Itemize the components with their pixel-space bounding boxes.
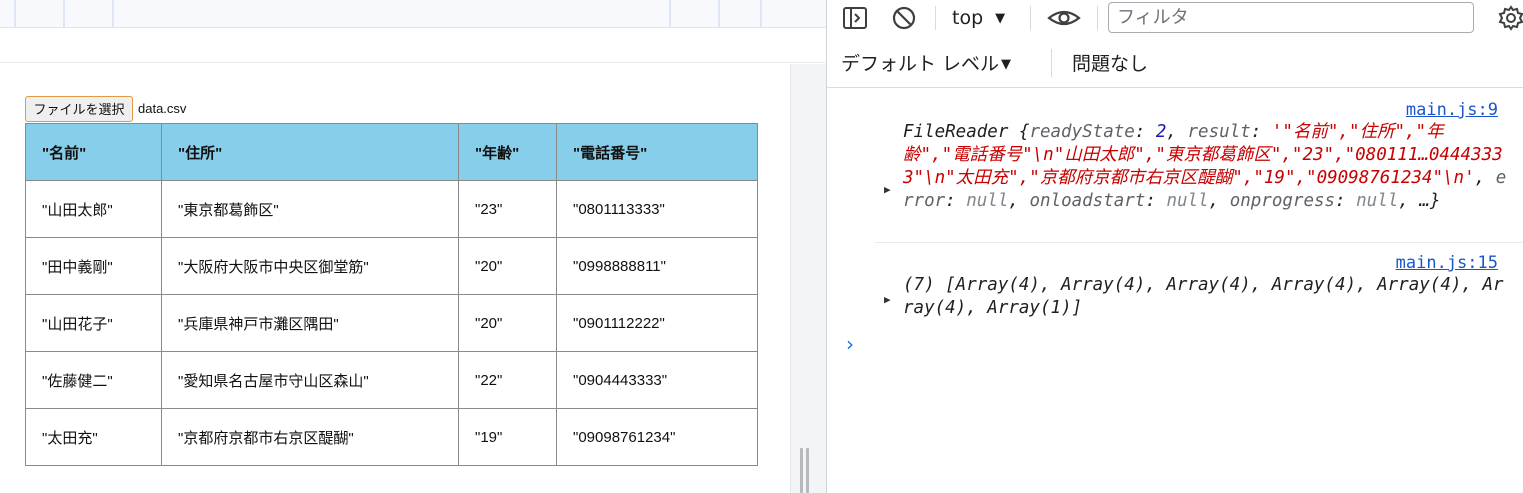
toolbar-guide-line [112, 0, 114, 28]
log-null-value: null [1356, 191, 1399, 211]
cell-age: "23" [458, 180, 557, 238]
log-text-fragment: FileReader { [903, 122, 1030, 142]
cell-phone: "0901112222" [556, 294, 758, 352]
log-number-value: 2 [1155, 122, 1167, 142]
app-window: ファイルを選択 data.csv "名前" "住所" "年齢" "電話番号" "… [0, 0, 1523, 493]
page-header-area [0, 29, 826, 63]
log-text-fragment: : [1335, 191, 1357, 211]
issues-counter[interactable]: 問題なし [1072, 49, 1148, 76]
console-message: main.js:15 ▶ (7) [Array(4), Array(4), Ar… [827, 250, 1523, 320]
log-property-key: readyState [1029, 122, 1135, 142]
console-message: main.js:9 ▶ FileReader {readyState: 2, r… [827, 97, 1523, 242]
log-property-key: onloadstart [1029, 191, 1146, 211]
cell-phone: "09098761234" [556, 408, 758, 466]
log-text-fragment: : [1145, 191, 1167, 211]
toolbar-guide-line [718, 0, 720, 28]
toolbar-guide-line [669, 0, 671, 28]
table-row: "山田花子" "兵庫県神戸市灘区隅田" "20" "0901112222" [25, 294, 758, 352]
cell-age: "19" [458, 408, 557, 466]
cell-phone: "0801113333" [556, 180, 758, 238]
toolbar-guide-line [63, 0, 65, 28]
log-null-value: null [966, 191, 1009, 211]
source-link[interactable]: main.js:15 [1396, 252, 1498, 275]
cell-name: "佐藤健二" [25, 351, 162, 409]
toolbar-separator [1097, 6, 1098, 30]
log-text-fragment: , [1208, 191, 1230, 211]
cell-address: "京都府京都市右京区醍醐" [161, 408, 459, 466]
log-levels-selector[interactable]: デフォルト レベル ▼ [841, 49, 1011, 76]
live-expression-eye-icon[interactable] [1046, 4, 1082, 32]
log-object-text[interactable]: FileReader {readyState: 2, result: '"名前"… [903, 121, 1507, 213]
context-label: top [952, 7, 984, 29]
panel-resize-handle[interactable] [800, 448, 810, 493]
log-array-text[interactable]: (7) [Array(4), Array(4), Array(4), Array… [903, 274, 1507, 320]
column-header-phone: "電話番号" [556, 123, 758, 181]
toolbar-separator [1051, 49, 1052, 77]
console-filter-input[interactable] [1108, 2, 1474, 33]
selected-file-name: data.csv [138, 101, 187, 116]
page-top-strip [0, 0, 826, 28]
toolbar-separator [1030, 6, 1031, 30]
sidebar-toggle-icon[interactable] [841, 4, 869, 32]
cell-age: "20" [458, 294, 557, 352]
cell-address: "兵庫県神戸市灘区隅田" [161, 294, 459, 352]
log-property-key: onprogress [1229, 191, 1336, 211]
table-row: "田中義剛" "大阪府大阪市中央区御堂筋" "20" "0998888811" [25, 237, 758, 295]
log-null-value: null [1166, 191, 1209, 211]
message-divider [875, 242, 1523, 243]
cell-age: "20" [458, 237, 557, 295]
column-header-address: "住所" [161, 123, 459, 181]
devtools-console-panel: top▼ デフォルト レベル▼ 問題なし [826, 0, 1523, 493]
cell-phone: "0904443333" [556, 351, 758, 409]
log-text-fragment: , …} [1398, 191, 1441, 211]
chevron-down-icon: ▼ [1001, 57, 1012, 72]
console-toolbar: top ▼ [827, 0, 1523, 36]
log-text-fragment: , [1008, 191, 1030, 211]
console-filter-bar: デフォルト レベル ▼ 問題なし [827, 36, 1523, 88]
table-row: "佐藤健二" "愛知県名古屋市守山区森山" "22" "0904443333" [25, 351, 758, 409]
expand-triangle-icon[interactable]: ▶ [884, 178, 891, 201]
cell-address: "愛知県名古屋市守山区森山" [161, 351, 459, 409]
toolbar-guide-line [14, 0, 16, 28]
expand-triangle-icon[interactable]: ▶ [884, 288, 891, 311]
settings-gear-icon[interactable] [1497, 4, 1523, 32]
source-link[interactable]: main.js:9 [1406, 99, 1498, 122]
cell-name: "太田充" [25, 408, 162, 466]
log-text-fragment: , [1166, 122, 1188, 142]
cell-name: "田中義剛" [25, 237, 162, 295]
clear-console-icon[interactable] [890, 4, 918, 32]
log-text-fragment: : [1250, 122, 1272, 142]
log-text-fragment: : [1134, 122, 1156, 142]
cell-phone: "0998888811" [556, 237, 758, 295]
toolbar-separator [935, 6, 936, 30]
chevron-down-icon: ▼ [995, 11, 1006, 26]
table-row: "山田太郎" "東京都葛飾区" "23" "0801113333" [25, 180, 758, 238]
resize-grip-line [806, 448, 809, 493]
console-prompt-chevron-icon[interactable]: › [846, 333, 854, 356]
log-text-fragment: : [945, 191, 967, 211]
cell-name: "山田太郎" [25, 180, 162, 238]
log-text-fragment: , [1474, 168, 1496, 188]
cell-address: "東京都葛飾区" [161, 180, 459, 238]
log-property-key: result [1187, 122, 1251, 142]
context-selector[interactable]: top ▼ [952, 5, 1005, 31]
panel-gutter [790, 64, 826, 493]
console-messages: main.js:9 ▶ FileReader {readyState: 2, r… [827, 89, 1523, 493]
column-header-age: "年齢" [458, 123, 557, 181]
log-levels-label: デフォルト レベル [841, 53, 1000, 75]
cell-name: "山田花子" [25, 294, 162, 352]
column-header-name: "名前" [25, 123, 162, 181]
cell-age: "22" [458, 351, 557, 409]
table-header-row: "名前" "住所" "年齢" "電話番号" [25, 123, 758, 181]
file-select-button[interactable]: ファイルを選択 [25, 96, 133, 122]
csv-data-table: "名前" "住所" "年齢" "電話番号" "山田太郎" "東京都葛飾区" "2… [25, 123, 758, 466]
resize-grip-line [800, 448, 803, 493]
table-row: "太田充" "京都府京都市右京区醍醐" "19" "09098761234" [25, 408, 758, 466]
toolbar-guide-line [760, 0, 762, 28]
cell-address: "大阪府大阪市中央区御堂筋" [161, 237, 459, 295]
